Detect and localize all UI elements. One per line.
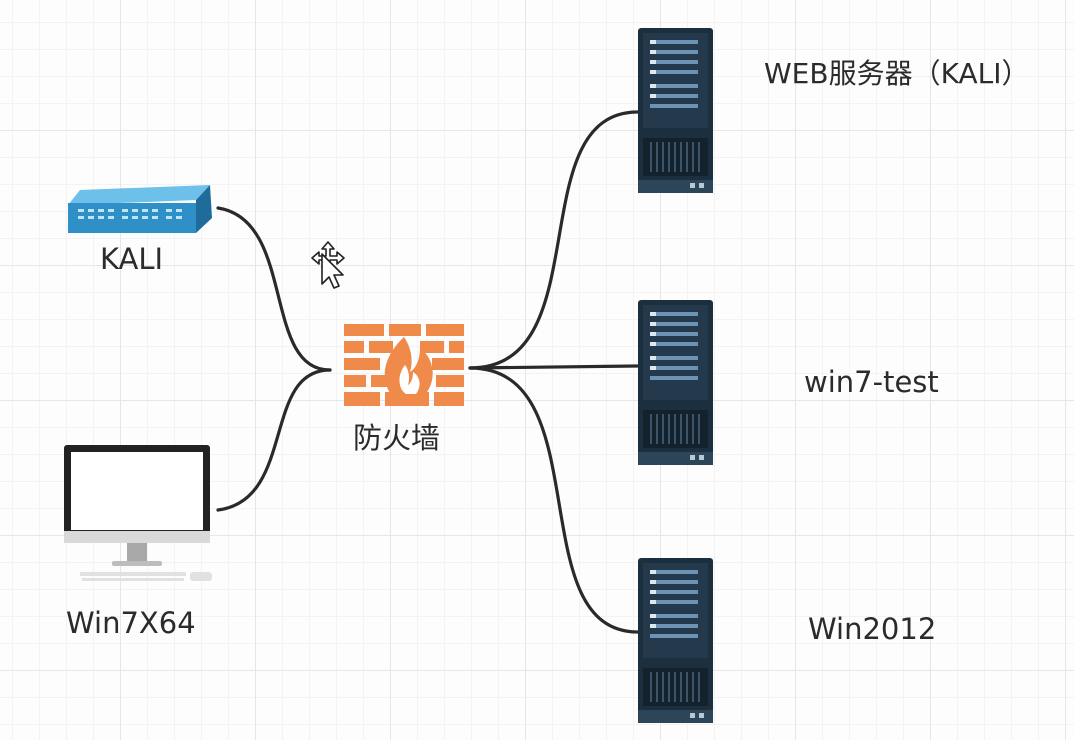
node-label-win7x64: Win7X64: [66, 606, 196, 640]
node-label-win7-test: win7-test: [804, 365, 939, 399]
node-label-win2012: Win2012: [808, 612, 937, 646]
diagram-canvas: KALI Win7X64 防火墙 WEB服务器（KALI） win7-test …: [0, 0, 1074, 740]
node-label-web-server: WEB服务器（KALI）: [764, 57, 1030, 90]
node-label-kali: KALI: [100, 242, 164, 276]
node-label-firewall: 防火墙: [353, 421, 441, 455]
